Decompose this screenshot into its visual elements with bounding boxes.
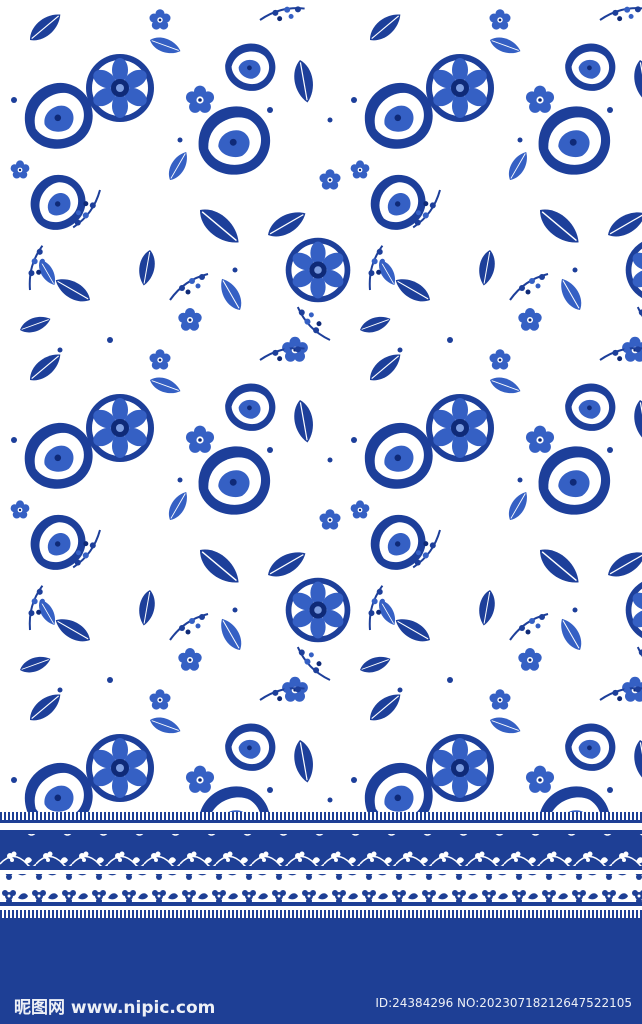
- decorative-border-band: [0, 812, 642, 924]
- watermark-brand-text: 昵图网 www.nipic.com: [14, 997, 216, 1018]
- watermark-brand: 昵图网 www.nipic.com: [14, 994, 216, 1018]
- watermark-id: ID:24384296 NO:20230718212647522105: [375, 996, 632, 1014]
- floral-pattern: [0, 0, 642, 812]
- watermark-id-text: ID:24384296 NO:20230718212647522105: [375, 996, 632, 1010]
